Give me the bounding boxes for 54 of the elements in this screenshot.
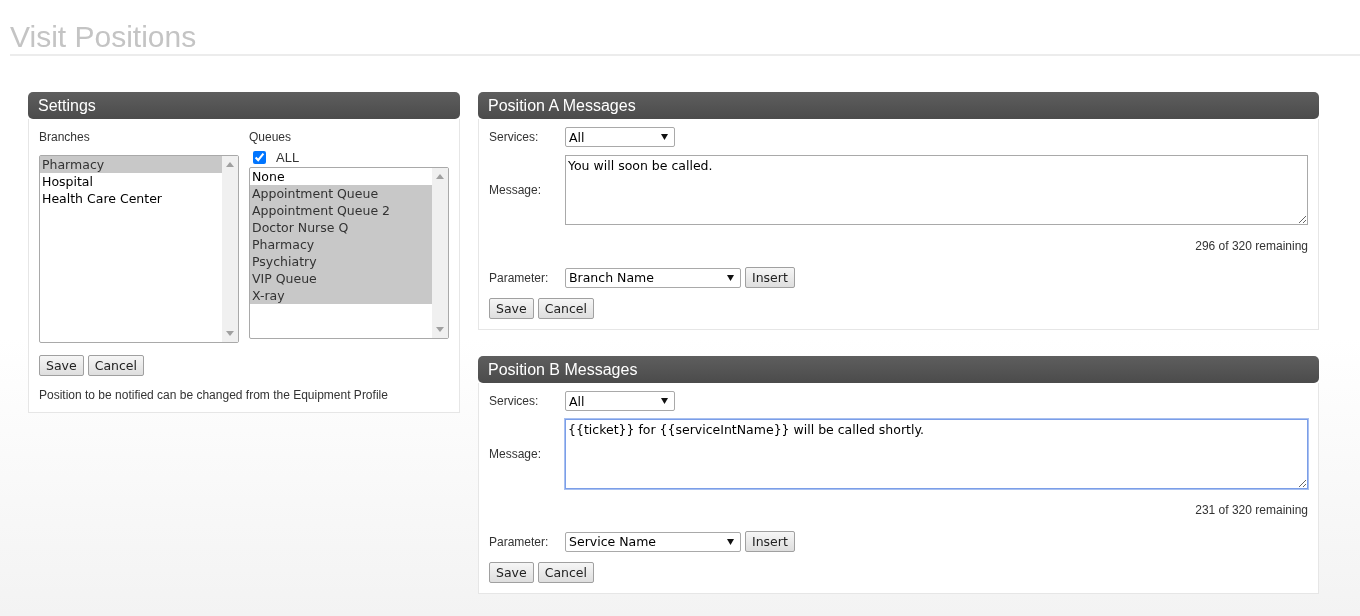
field-label: Queues xyxy=(249,130,292,144)
scrollbar[interactable] xyxy=(222,156,238,342)
panel-header: Position B Messages xyxy=(478,356,1319,383)
field-label: Branches xyxy=(39,130,90,144)
field-label: Parameter: xyxy=(489,270,550,285)
scrollbar[interactable] xyxy=(432,168,448,338)
field-label: Services: xyxy=(489,394,540,408)
save-button[interactable]: Save xyxy=(489,298,534,319)
queues-listbox[interactable]: None Appointment Queue Appointment Queue 2 Doctor Nurse Q Pharmacy Psychiatry VIP Queue X-ray xyxy=(249,167,449,339)
save-button[interactable]: Save xyxy=(489,562,534,583)
list-option[interactable]: Appointment Queue xyxy=(250,185,432,202)
message-field[interactable]: You will soon be called. xyxy=(565,155,1308,225)
field-label: Services: xyxy=(489,130,540,144)
field-label: Message: xyxy=(489,447,543,461)
caret-icon xyxy=(661,398,668,404)
parameter-select[interactable]: Branch Name xyxy=(565,267,741,288)
scroll-up-icon[interactable] xyxy=(226,162,234,167)
scroll-down-icon[interactable] xyxy=(226,331,234,336)
field-label: Parameter: xyxy=(489,534,550,549)
caret-icon xyxy=(727,274,734,281)
field-label: Message: xyxy=(489,183,543,197)
insert-button[interactable]: Insert xyxy=(745,267,795,288)
checkbox-label: ALL xyxy=(276,149,300,165)
counter-text: 296 of 320 remaining xyxy=(1194,239,1308,253)
branches-listbox[interactable]: Pharmacy Hospital Health Care Center xyxy=(39,155,239,343)
caret-icon xyxy=(661,134,668,140)
list-option[interactable]: Appointment Queue 2 xyxy=(250,202,432,219)
page-title: Visit Positions xyxy=(10,19,198,54)
list-option[interactable]: Psychiatry xyxy=(250,253,432,270)
scroll-down-icon[interactable] xyxy=(436,327,444,332)
save-button[interactable]: Save xyxy=(39,355,84,376)
note-text: Position to be notified can be changed from the Equipment Profile xyxy=(39,388,389,402)
services-select[interactable]: All xyxy=(565,127,675,147)
services-select[interactable]: All xyxy=(565,391,675,411)
list-option[interactable]: None xyxy=(250,168,432,185)
checkbox[interactable] xyxy=(253,150,266,164)
cancel-button[interactable]: Cancel xyxy=(537,298,595,319)
list-option[interactable]: Health Care Center xyxy=(40,190,222,207)
cancel-button[interactable]: Cancel xyxy=(87,355,145,376)
counter-text: 231 of 320 remaining xyxy=(1194,503,1308,517)
parameter-select[interactable]: Service Name xyxy=(565,531,741,552)
list-option[interactable]: Doctor Nurse Q xyxy=(250,219,432,236)
panel-header: Settings xyxy=(28,92,460,119)
cancel-button[interactable]: Cancel xyxy=(537,562,595,583)
list-option[interactable]: Pharmacy xyxy=(250,236,432,253)
list-option[interactable]: Pharmacy xyxy=(40,156,222,173)
list-option[interactable]: Hospital xyxy=(40,173,222,190)
scroll-up-icon[interactable] xyxy=(436,174,444,179)
list-option[interactable]: X-ray xyxy=(250,287,432,304)
panel-header: Position A Messages xyxy=(478,92,1319,119)
message-field[interactable]: {{ticket}} for {{serviceIntName}} will be called shortly. xyxy=(565,419,1308,489)
insert-button[interactable]: Insert xyxy=(745,531,795,552)
caret-icon xyxy=(727,538,734,545)
list-option[interactable]: VIP Queue xyxy=(250,270,432,287)
